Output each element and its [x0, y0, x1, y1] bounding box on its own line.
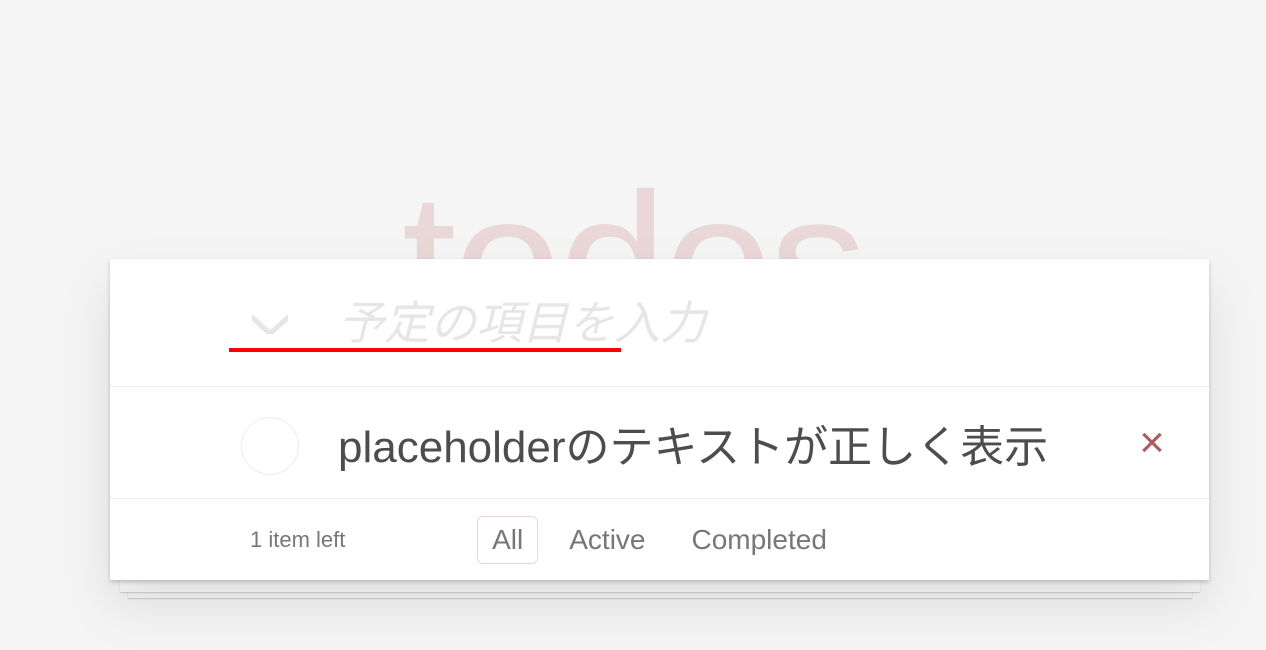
todo-toggle-checkbox[interactable] [241, 417, 299, 475]
filter-item-all: All [477, 515, 539, 564]
todo-destroy-button[interactable]: × [1126, 417, 1178, 469]
toggle-all-chevron-down-icon[interactable] [243, 309, 297, 337]
todo-app-card: placeholderのテキストが正しく表示 × 1 item left All… [110, 259, 1209, 580]
todo-item-label[interactable]: placeholderのテキストが正しく表示 [338, 387, 1099, 499]
todo-list-item: placeholderのテキストが正しく表示 × [110, 387, 1209, 499]
new-todo-input[interactable] [338, 259, 1209, 387]
filter-link-active[interactable]: Active [554, 516, 660, 564]
filter-link-completed[interactable]: Completed [676, 516, 841, 564]
new-todo-header [110, 259, 1209, 387]
filter-link-all[interactable]: All [477, 515, 539, 564]
filter-list: All Active Completed [110, 499, 1209, 580]
red-underline-annotation [229, 348, 621, 352]
todo-footer: 1 item left All Active Completed [110, 499, 1209, 580]
filter-item-active: Active [554, 516, 660, 564]
filter-item-completed: Completed [676, 516, 841, 564]
todo-list: placeholderのテキストが正しく表示 × [110, 387, 1209, 499]
stacked-paper-layer-front [120, 578, 1200, 592]
